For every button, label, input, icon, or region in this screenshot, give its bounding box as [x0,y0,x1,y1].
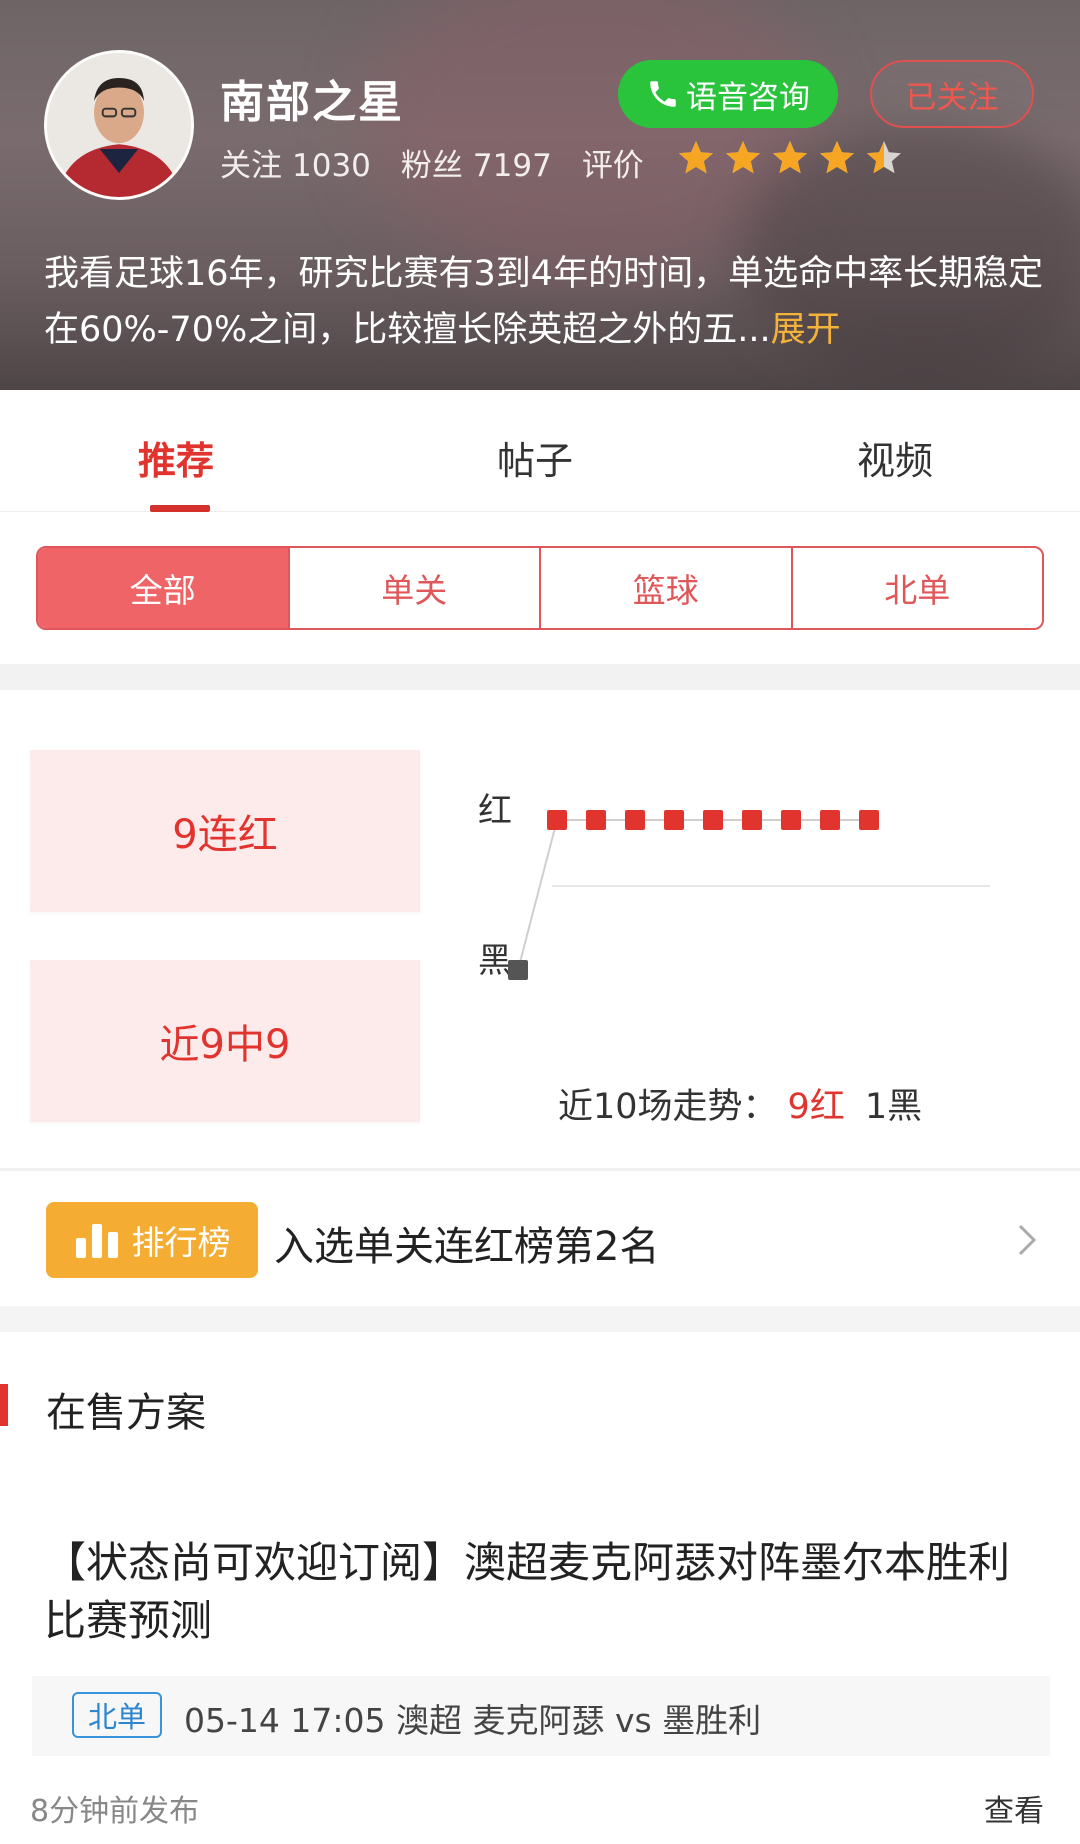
section-title: 在售方案 [46,1390,206,1436]
trend-prefix: 近10场走势： [558,1087,778,1127]
trend-point-red [703,810,723,830]
star-icon [679,141,713,174]
tab-bar: 推荐 帖子 视频 [0,390,1080,512]
post-time: 8分钟前发布 [30,1794,200,1829]
trend-point-red [820,810,840,830]
filter-beidan[interactable]: 北单 [790,548,1043,628]
star-icon [726,141,760,174]
plan-title[interactable]: 【状态尚可欢迎订阅】澳超麦克阿瑟对阵墨尔本胜利比赛预测 [44,1534,1044,1650]
trend-point-red [781,810,801,830]
follow-count: 1030 [292,148,371,184]
chart-label-red: 红 [478,791,512,831]
ranking-badge-label: 排行榜 [131,1223,231,1262]
match-row[interactable]: 北单 05-14 17:05 澳超 麦克阿瑟 vs 墨胜利 [32,1676,1050,1756]
streak-box: 9连红 [30,750,420,912]
trend-point-black [508,960,528,980]
rating-label: 评价 [581,148,644,184]
ranking-badge[interactable]: 排行榜 [46,1202,258,1278]
profile-header: 南部之星 关注 1030 粉丝 7197 评价 语音咨询 已关注 我看足球16年，研究比… [0,0,1080,390]
avatar-image [47,53,191,197]
filter-single[interactable]: 单关 [287,548,540,628]
voice-consult-button[interactable]: 语音咨询 [618,60,838,128]
ranking-text[interactable]: 入选单关连红榜第2名 [274,1214,659,1272]
recent-box: 近9中9 [30,960,420,1122]
chevron-right-icon[interactable] [1012,1220,1042,1260]
follow-label: 关注 [220,148,282,184]
star-icon [773,141,807,174]
followed-button[interactable]: 已关注 [870,60,1034,128]
star-icon [867,141,901,174]
fans-label: 粉丝 [400,148,463,184]
tab-posts[interactable]: 帖子 [497,430,573,485]
bar-chart-icon [75,1224,118,1258]
trend-black: 1黑 [864,1087,923,1127]
expand-link[interactable]: 展开 [771,310,841,350]
tab-videos[interactable]: 视频 [857,430,933,485]
fans-count: 7197 [472,148,552,184]
section-divider [0,664,1080,690]
bio-content: 我看足球16年，研究比赛有3到4年的时间，单选命中率长期稳定在60%-70%之间… [44,254,1044,350]
trend-red: 9红 [787,1087,845,1127]
filter-segments: 全部 单关 篮球 北单 [36,546,1044,630]
divider [0,1168,1080,1171]
match-info: 05-14 17:05 澳超 麦克阿瑟 vs 墨胜利 [184,1701,762,1740]
trend-line [517,819,869,971]
voice-consult-label: 语音咨询 [686,79,810,116]
trend-point-red [625,810,645,830]
tab-recommend[interactable]: 推荐 [138,430,214,485]
trend-point-red [664,810,684,830]
trend-point-red [547,810,567,830]
trend-point-red [859,810,879,830]
bio-text: 我看足球16年，研究比赛有3到4年的时间，单选命中率长期稳定在60%-70%之间… [44,246,1044,358]
avatar[interactable] [44,50,194,200]
filter-all[interactable]: 全部 [38,548,288,628]
trend-point-red [586,810,606,830]
trend-chart: 红 黑 [478,791,990,981]
section-divider-2 [0,1306,1080,1332]
view-link[interactable]: 查看 [984,1786,1044,1830]
trend-point-red [742,810,762,830]
active-tab-indicator [150,505,210,512]
trend-summary: 近10场走势： 9红 1黑 [558,1078,922,1129]
rating-stars [676,138,904,178]
match-tag: 北单 [72,1692,162,1738]
chart-label-black: 黑 [478,941,512,981]
filter-basketball[interactable]: 篮球 [539,548,791,628]
user-name: 南部之星 [220,77,404,128]
section-accent-bar [0,1384,8,1426]
user-stats: 关注 1030 粉丝 7197 评价 [220,140,654,185]
star-icon [820,141,854,174]
phone-icon [650,81,676,107]
